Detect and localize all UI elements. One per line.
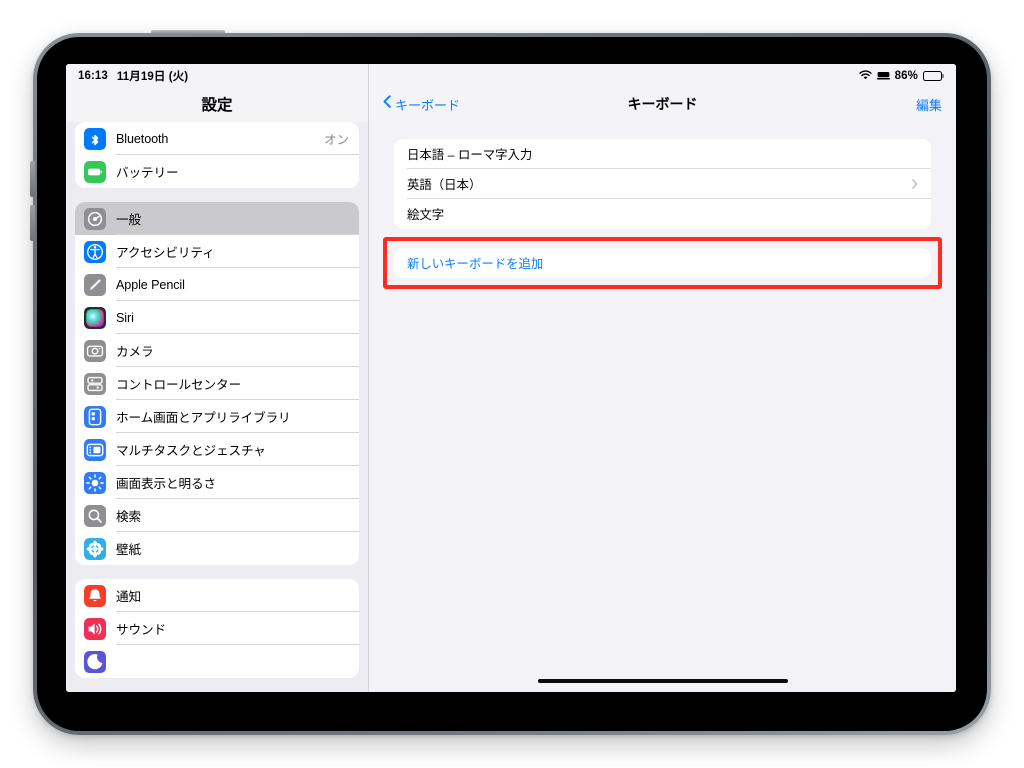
keyboard-row-label: 絵文字 bbox=[407, 208, 445, 222]
status-bar-left: 16:13 11月19日 (火) bbox=[66, 64, 368, 86]
sidebar-item-通知[interactable]: 通知 bbox=[75, 579, 359, 612]
apple-pencil-icon bbox=[84, 273, 106, 296]
bell-icon bbox=[84, 584, 106, 607]
bluetooth-icon bbox=[84, 127, 106, 150]
siri-icon bbox=[84, 306, 106, 329]
status-time: 16:13 bbox=[78, 70, 108, 82]
external-keyboard-icon bbox=[876, 67, 890, 85]
sidebar-item-label: マルチタスクとジェスチャ bbox=[116, 444, 266, 458]
sidebar-item-label: カメラ bbox=[116, 345, 154, 359]
keyboard-row-label: 日本語 – ローマ字入力 bbox=[407, 148, 533, 162]
sidebar-item-label: 画面表示と明るさ bbox=[116, 477, 216, 491]
keyboard-detail-pane: 86% キーボード キーボード 編集 日本語 – ローマ字入力 英語（日本） 絵文字 bbox=[368, 64, 956, 692]
accessibility-icon bbox=[84, 240, 106, 263]
page-title: 設定 bbox=[201, 97, 233, 114]
sidebar-item-マルチタスクとジェスチャ[interactable]: マルチタスクとジェスチャ bbox=[75, 433, 359, 466]
sidebar-item-Apple Pencil[interactable]: Apple Pencil bbox=[75, 268, 359, 301]
wifi-icon bbox=[858, 67, 872, 85]
sidebar-item-label: 通知 bbox=[116, 590, 141, 604]
add-keyboard-section: 新しいキーボードを追加 bbox=[383, 237, 942, 289]
focus-icon bbox=[84, 650, 106, 673]
sidebar-item-label: アクセシビリティ bbox=[116, 246, 215, 260]
sidebar-item-label: 壁紙 bbox=[116, 543, 141, 557]
camera-icon bbox=[84, 339, 106, 362]
ipad-screen: 16:13 11月19日 (火) 設定 Bluetooth オンバッテリー一般アク… bbox=[66, 64, 956, 692]
general-group: 一般アクセシビリティ Apple Pencil Siri カメラコントロールセンターホ… bbox=[75, 202, 359, 565]
sidebar-item-label: コントロールセンター bbox=[116, 378, 241, 392]
sidebar-item[interactable] bbox=[75, 645, 359, 678]
battery-app-icon bbox=[84, 160, 106, 183]
search-icon bbox=[84, 504, 106, 527]
sidebar-groups: Bluetooth オンバッテリー一般アクセシビリティ Apple Pencil Si… bbox=[66, 122, 368, 678]
home-indicator[interactable] bbox=[537, 679, 788, 683]
keyboard-row[interactable]: 日本語 – ローマ字入力 bbox=[394, 139, 931, 169]
wallpaper-icon bbox=[84, 537, 106, 560]
detail-navigation-bar: キーボード キーボード 編集 bbox=[369, 86, 956, 122]
brightness-icon bbox=[84, 471, 106, 494]
volume-down-button[interactable] bbox=[30, 205, 35, 241]
sidebar-item-バッテリー[interactable]: バッテリー bbox=[75, 155, 359, 188]
control-center-icon bbox=[84, 372, 106, 395]
sidebar-item-ホーム画面とアプリライブラリ[interactable]: ホーム画面とアプリライブラリ bbox=[75, 400, 359, 433]
sidebar-item-Bluetooth[interactable]: Bluetooth オン bbox=[75, 122, 359, 155]
gear-icon bbox=[84, 207, 106, 230]
connectivity-group: Bluetooth オンバッテリー bbox=[75, 122, 359, 188]
sidebar-item-カメラ[interactable]: カメラ bbox=[75, 334, 359, 367]
detail-content: 日本語 – ローマ字入力 英語（日本） 絵文字 新しいキーボードを追加 bbox=[369, 122, 956, 692]
edit-button[interactable]: 編集 bbox=[916, 95, 942, 114]
sidebar-item-label: バッテリー bbox=[116, 166, 179, 180]
sidebar-item-label: Siri bbox=[116, 310, 134, 325]
add-new-keyboard-label: 新しいキーボードを追加 bbox=[407, 257, 544, 271]
status-bar-right: 86% bbox=[369, 64, 956, 86]
keyboard-row[interactable]: 絵文字 bbox=[394, 199, 931, 229]
multitasking-icon bbox=[84, 438, 106, 461]
add-keyboard-card: 新しいキーボードを追加 bbox=[394, 248, 931, 278]
settings-sidebar: 16:13 11月19日 (火) 設定 Bluetooth オンバッテリー一般アク… bbox=[66, 64, 368, 692]
notifications-group: 通知 サウンド bbox=[75, 579, 359, 678]
sidebar-item-一般[interactable]: 一般 bbox=[75, 202, 359, 235]
sidebar-item-value: オン bbox=[324, 132, 349, 147]
keyboard-list: 日本語 – ローマ字入力 英語（日本） 絵文字 bbox=[394, 139, 931, 229]
sidebar-item-サウンド[interactable]: サウンド bbox=[75, 612, 359, 645]
sidebar-item-label: Apple Pencil bbox=[116, 277, 185, 292]
sidebar-item-label: 一般 bbox=[116, 213, 141, 227]
sidebar-item-コントロールセンター[interactable]: コントロールセンター bbox=[75, 367, 359, 400]
top-power-button[interactable] bbox=[151, 30, 225, 35]
sidebar-item-壁紙[interactable]: 壁紙 bbox=[75, 532, 359, 565]
sidebar-item-Siri[interactable]: Siri bbox=[75, 301, 359, 334]
battery-icon bbox=[923, 71, 944, 81]
volume-up-button[interactable] bbox=[30, 161, 35, 197]
status-date: 11月19日 (火) bbox=[116, 71, 189, 83]
back-button[interactable]: キーボード bbox=[383, 95, 460, 114]
sidebar-item-画面表示と明るさ[interactable]: 画面表示と明るさ bbox=[75, 466, 359, 499]
back-button-label: キーボード bbox=[395, 97, 461, 113]
chevron-left-icon bbox=[383, 95, 391, 113]
keyboard-row-label: 英語（日本） bbox=[407, 178, 482, 192]
chevron-right-icon bbox=[912, 178, 918, 191]
speaker-icon bbox=[84, 617, 106, 640]
sidebar-item-検索[interactable]: 検索 bbox=[75, 499, 359, 532]
battery-percent: 86% bbox=[894, 70, 918, 82]
sidebar-item-label: 検索 bbox=[116, 510, 141, 524]
keyboard-row[interactable]: 英語（日本） bbox=[394, 169, 931, 199]
home-screen-icon bbox=[84, 405, 106, 428]
sidebar-item-label: Bluetooth bbox=[116, 131, 169, 146]
sidebar-title-bar: 設定 bbox=[66, 86, 368, 122]
sidebar-item-label: サウンド bbox=[116, 623, 166, 637]
sidebar-item-label: ホーム画面とアプリライブラリ bbox=[116, 411, 291, 425]
sidebar-item-アクセシビリティ[interactable]: アクセシビリティ bbox=[75, 235, 359, 268]
add-new-keyboard-button[interactable]: 新しいキーボードを追加 bbox=[394, 248, 931, 278]
